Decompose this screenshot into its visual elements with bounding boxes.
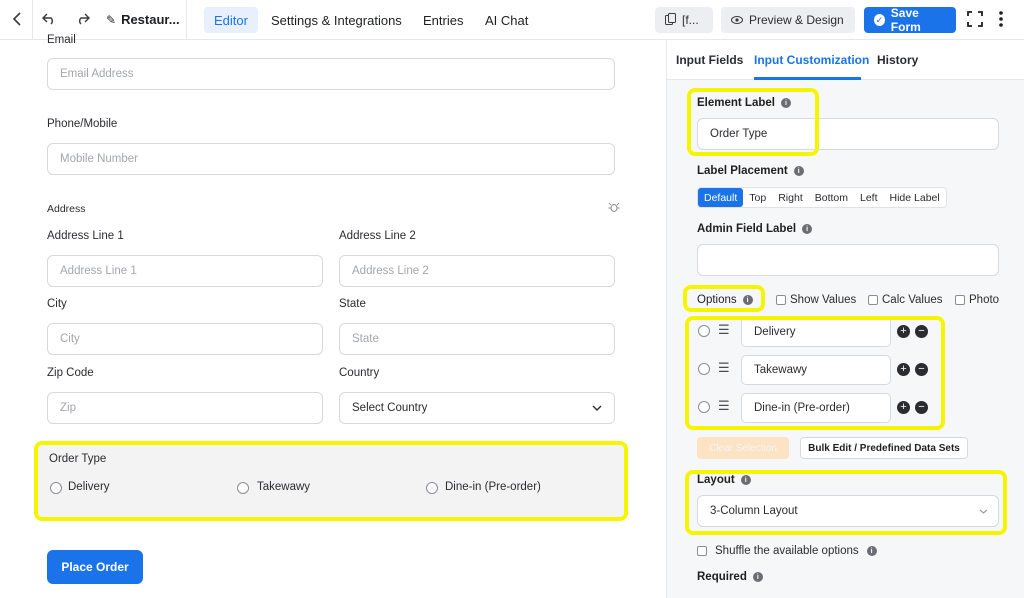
order-option-takeaway: Takewawy: [257, 481, 311, 493]
info-icon: i: [752, 572, 763, 582]
more-vertical-icon[interactable]: [990, 8, 1012, 30]
address-line1-label: Address Line 1: [47, 230, 124, 242]
city-label: City: [47, 298, 67, 310]
order-option-dine-in: Dine-in (Pre-order): [445, 481, 541, 493]
form-canvas: Email Email Address Phone/Mobile Mobile …: [0, 34, 666, 598]
undo-icon[interactable]: [38, 8, 60, 30]
photo-label: Photo: [969, 294, 1000, 306]
divider: [32, 0, 33, 40]
order-option-delivery: Delivery: [68, 481, 110, 493]
tab-entries[interactable]: Entries: [413, 7, 473, 33]
required-title: Required i: [697, 571, 763, 583]
highlight-box-element-label: [687, 88, 819, 156]
place-order-button[interactable]: Place Order: [47, 550, 143, 584]
address-line1-input[interactable]: Address Line 1: [47, 255, 323, 287]
country-label: Country: [339, 367, 380, 379]
bug-icon[interactable]: [608, 200, 620, 218]
back-chevron-icon[interactable]: [6, 8, 28, 30]
placement-top[interactable]: Top: [743, 188, 772, 207]
highlight-box-options: [683, 285, 765, 312]
tab-settings-integrations[interactable]: Settings & Integrations: [261, 7, 412, 33]
zip-label: Zip Code: [47, 367, 94, 379]
info-icon: i: [866, 546, 877, 556]
placement-bottom[interactable]: Bottom: [809, 188, 854, 207]
city-input[interactable]: City: [47, 323, 323, 355]
country-select-value: Select Country: [352, 402, 428, 414]
email-input[interactable]: Email Address: [47, 58, 615, 90]
shortcode-button[interactable]: [f...: [655, 7, 713, 33]
form-title-text: Restaur...: [121, 12, 180, 27]
address-section-label: Address: [47, 203, 86, 215]
form-title[interactable]: ✎ Restaur...: [106, 12, 180, 27]
shuffle-label: Shuffle the available options: [715, 545, 859, 557]
save-label: Save Form: [890, 6, 921, 34]
address-line2-input[interactable]: Address Line 2: [339, 255, 615, 287]
zip-input[interactable]: Zip: [47, 392, 323, 424]
order-type-label: Order Type: [49, 453, 107, 465]
save-form-button[interactable]: ✓ Save Form: [864, 6, 956, 34]
tab-input-customization[interactable]: Input Customization: [754, 53, 869, 67]
highlight-box-option-list: [685, 316, 945, 430]
required-text: Required: [697, 571, 747, 583]
edit-pencil-icon: ✎: [106, 12, 117, 27]
admin-field-label-title: Admin Field Label i: [697, 223, 813, 235]
settings-sidebar: Input Fields Input Customization History…: [666, 40, 1024, 598]
calc-values-checkbox[interactable]: Calc Values: [868, 294, 943, 306]
state-label: State: [339, 298, 366, 310]
copy-icon: [665, 12, 676, 28]
preview-label: Preview & Design: [749, 13, 844, 27]
tab-ai-chat[interactable]: AI Chat: [475, 7, 538, 33]
calc-values-label: Calc Values: [882, 294, 943, 306]
shuffle-options-checkbox[interactable]: Shuffle the available options i: [697, 545, 877, 557]
highlight-box-layout: [685, 470, 1007, 535]
check-circle-icon: ✓: [874, 14, 885, 26]
order-type-field-highlighted[interactable]: Order Type Delivery Takewawy Dine-in (Pr…: [34, 441, 628, 521]
phone-label: Phone/Mobile: [47, 118, 118, 130]
admin-field-label-text: Admin Field Label: [697, 223, 797, 235]
tab-input-fields[interactable]: Input Fields: [676, 53, 743, 67]
redo-icon[interactable]: [72, 8, 94, 30]
bulk-edit-button[interactable]: Bulk Edit / Predefined Data Sets: [800, 437, 968, 459]
placement-hide-label[interactable]: Hide Label: [884, 188, 946, 207]
checkbox-icon: [776, 295, 786, 305]
info-icon: i: [802, 224, 813, 234]
divider: [186, 0, 187, 40]
placement-left[interactable]: Left: [854, 188, 884, 207]
show-values-label: Show Values: [790, 294, 857, 306]
placement-right[interactable]: Right: [772, 188, 809, 207]
order-radio-delivery[interactable]: [50, 482, 62, 494]
eye-icon: [731, 13, 743, 27]
clear-selection-button[interactable]: Clear Selection: [697, 437, 789, 459]
country-select[interactable]: Select Country: [339, 392, 615, 424]
order-radio-takeaway[interactable]: [237, 482, 249, 494]
order-radio-dine-in[interactable]: [426, 482, 438, 494]
shortcode-label: [f...: [682, 13, 699, 27]
info-icon: i: [793, 166, 804, 176]
label-placement-text: Label Placement: [697, 165, 788, 177]
label-placement-title: Label Placement i: [697, 165, 804, 177]
checkbox-icon: [955, 295, 965, 305]
tab-editor[interactable]: Editor: [204, 7, 258, 33]
top-bar: ✎ Restaur... Editor Settings & Integrati…: [0, 0, 1024, 40]
state-input[interactable]: State: [339, 323, 615, 355]
checkbox-icon: [868, 295, 878, 305]
show-values-checkbox[interactable]: Show Values: [776, 294, 856, 306]
placement-default[interactable]: Default: [698, 188, 744, 207]
checkbox-icon: [697, 546, 707, 556]
sidebar-tabs: Input Fields Input Customization History: [667, 40, 1024, 80]
email-label: Email: [47, 34, 76, 46]
fullscreen-icon[interactable]: [964, 8, 986, 30]
photo-checkbox[interactable]: Photo: [955, 294, 999, 306]
active-tab-indicator: [754, 77, 861, 80]
chevron-down-icon: [592, 402, 602, 414]
tab-history[interactable]: History: [877, 53, 918, 67]
admin-field-label-input[interactable]: [697, 244, 999, 276]
phone-input[interactable]: Mobile Number: [47, 143, 615, 175]
preview-design-button[interactable]: Preview & Design: [721, 7, 855, 33]
label-placement-segmented: Default Top Right Bottom Left Hide Label: [697, 187, 947, 208]
address-line2-label: Address Line 2: [339, 230, 416, 242]
